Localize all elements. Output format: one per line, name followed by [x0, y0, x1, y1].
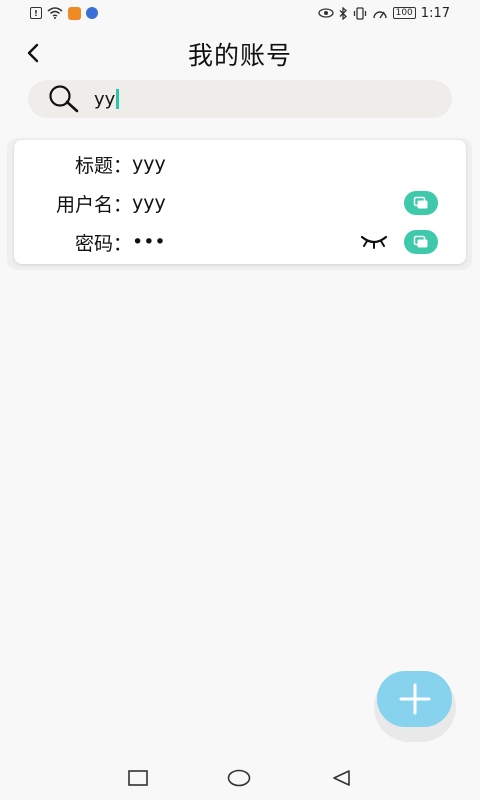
toggle-password-button[interactable]: [360, 232, 388, 252]
recent-apps-button[interactable]: [126, 768, 150, 788]
battery-icon: 100: [392, 7, 416, 19]
add-account-button[interactable]: [377, 671, 452, 727]
back-button[interactable]: [18, 38, 48, 68]
home-icon: [227, 769, 251, 787]
title-value: yyy: [132, 153, 166, 175]
search-input-value: yy: [94, 88, 116, 110]
vibrate-icon: [353, 6, 367, 20]
title-label: 标题：: [74, 154, 132, 177]
chevron-left-icon: [27, 43, 39, 63]
status-time: 1:17: [420, 5, 450, 21]
copy-username-button[interactable]: [404, 191, 438, 215]
copy-password-button[interactable]: [404, 230, 438, 254]
account-card[interactable]: 标题： yyy 用户名： yyy 密码： •••: [14, 140, 466, 264]
status-right: 100 1:17: [317, 5, 450, 21]
app-orange-icon: [68, 6, 81, 20]
notification-icon: !: [30, 7, 42, 19]
copy-icon: [413, 235, 428, 248]
system-nav-bar: [0, 756, 480, 800]
status-left: !: [30, 6, 98, 20]
copy-icon: [413, 196, 428, 209]
username-label: 用户名：: [55, 193, 132, 216]
search-icon: [49, 85, 79, 113]
back-icon: [333, 770, 350, 786]
search-bar[interactable]: yy: [28, 80, 452, 118]
recent-apps-icon: [128, 770, 148, 786]
title-row: 标题： yyy: [14, 149, 466, 179]
search-input[interactable]: yy: [94, 89, 119, 110]
app-blue-icon: [86, 7, 98, 19]
speed-icon: [372, 7, 388, 20]
status-bar: ! 100 1:17: [0, 0, 480, 26]
home-button[interactable]: [227, 768, 251, 788]
username-value: yyy: [132, 192, 166, 214]
eye-icon: [317, 8, 334, 18]
password-row: 密码： •••: [14, 227, 466, 257]
username-row: 用户名： yyy: [14, 188, 466, 218]
text-caret: [116, 89, 119, 109]
header: 我的账号: [0, 28, 480, 80]
password-value: •••: [132, 231, 166, 253]
plus-icon: [399, 683, 430, 715]
page-title: 我的账号: [187, 41, 292, 70]
eye-closed-icon: [360, 235, 388, 249]
bluetooth-icon: [339, 6, 348, 20]
nav-back-button[interactable]: [330, 768, 354, 788]
password-label: 密码：: [74, 232, 132, 255]
wifi-icon: [47, 7, 63, 19]
